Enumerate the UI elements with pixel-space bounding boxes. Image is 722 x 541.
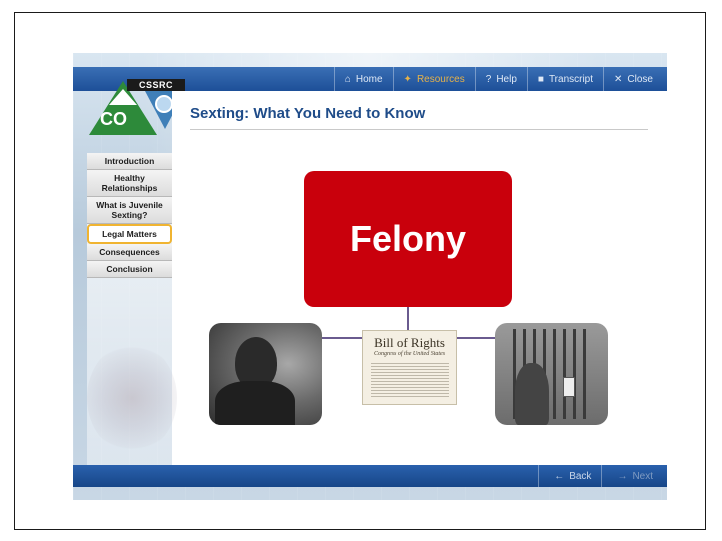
sidebar-item-conclusion[interactable]: Conclusion [87,261,172,278]
back-button[interactable]: ← Back [538,465,601,487]
nav-resources-label: Resources [416,73,465,85]
connector-left [321,337,364,339]
state-seal-watermark [87,343,177,453]
nav-transcript-label: Transcript [548,73,594,85]
nav-close-button[interactable]: ✕ Close [603,67,663,91]
document-subtitle: Congress of the United States [373,351,446,357]
footer-buttons: ← Back → Next [538,465,663,487]
connector-vertical [407,307,409,331]
logo-co-text: CO [100,109,127,129]
mountain-peak-icon [109,89,137,105]
page-title: Sexting: What You Need to Know [190,105,426,122]
nav-home-label: Home [355,73,383,85]
close-icon: ✕ [614,73,623,85]
next-label: Next [632,470,653,482]
felony-box: Felony [304,171,512,307]
next-button[interactable]: → Next [601,465,663,487]
nav-help-label: Help [496,73,517,85]
arrow-left-icon: ← [554,470,565,482]
arrow-right-icon: → [617,470,628,482]
cell-window [563,377,575,397]
prisoner-silhouette [515,363,549,425]
connector-right [457,337,497,339]
jail-photo [495,323,608,425]
nav-help-button[interactable]: ? Help [474,67,527,91]
transcript-icon: ■ [537,73,544,85]
resources-icon: ✦ [403,73,412,85]
home-icon: ⌂ [344,73,351,85]
help-icon: ? [485,73,492,85]
sidebar-item-consequences[interactable]: Consequences [87,244,172,261]
seal-emblem-icon [155,95,173,113]
nav-home-button[interactable]: ⌂ Home [333,67,393,91]
sidebar-item-introduction[interactable]: Introduction [87,153,172,170]
nav-close-label: Close [627,73,653,85]
title-divider [190,129,648,130]
document-text-lines [371,363,449,399]
back-label: Back [569,470,592,482]
sidebar-item-healthy-relationships[interactable]: Healthy Relationships [87,170,172,197]
felony-label: Felony [349,218,466,259]
person-body-shape [215,381,295,425]
teen-photo [209,323,322,425]
bill-of-rights-document: Bill of Rights Congress of the United St… [362,330,457,405]
nav-transcript-button[interactable]: ■ Transcript [526,67,603,91]
footer-bar: ← Back → Next [73,465,667,487]
nav-items: ⌂ Home ✦ Resources ? Help ■ Transcript ✕… [333,67,663,91]
document-title: Bill of Rights [374,335,445,350]
logo-cssrc-text: CSSRC [127,79,185,91]
nav-resources-button[interactable]: ✦ Resources [392,67,475,91]
sidebar-item-legal-matters[interactable]: Legal Matters [87,224,172,244]
sidebar-item-juvenile-sexting[interactable]: What is Juvenile Sexting? [87,197,172,224]
